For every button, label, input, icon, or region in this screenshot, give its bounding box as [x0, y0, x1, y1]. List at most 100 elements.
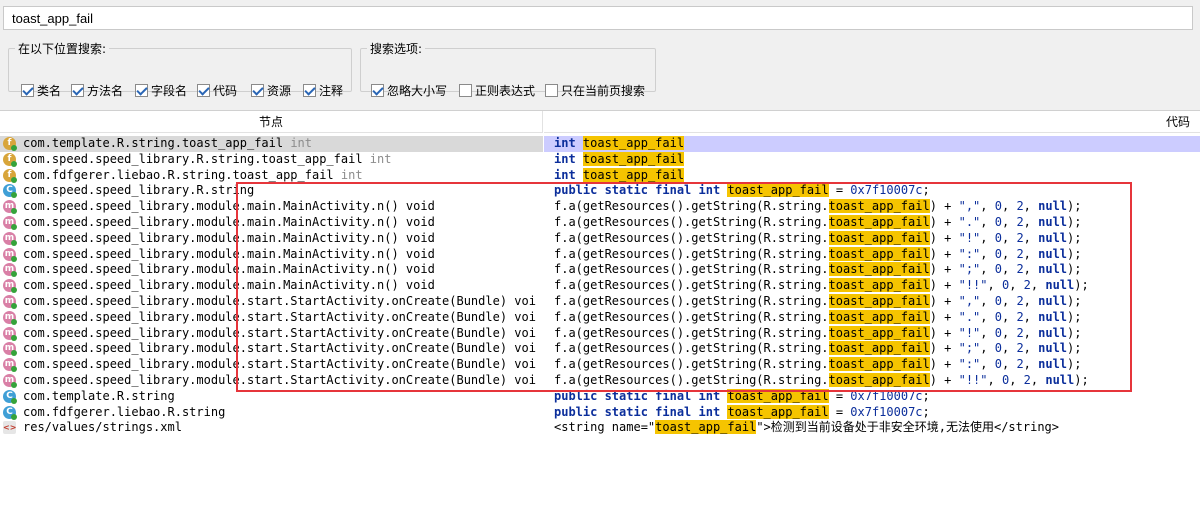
- search-in-option-5[interactable]: 注释: [303, 81, 343, 99]
- code-cell: int toast_app_fail: [544, 167, 1200, 184]
- result-row[interactable]: <> res/values/strings.xml <string name="to…: [0, 420, 1200, 436]
- node-name: com.speed.speed_library.module.start.Sta…: [23, 325, 536, 340]
- column-header-code[interactable]: 代码: [544, 111, 1200, 133]
- search-in-option-3[interactable]: 代码: [197, 81, 237, 99]
- code-token: 2: [1016, 357, 1024, 372]
- code-token: ,: [1001, 215, 1017, 229]
- match-highlight: toast_app_fail: [582, 136, 685, 150]
- result-row[interactable]: m com.speed.speed_library.module.start.St…: [0, 309, 1200, 326]
- code-token: ,: [987, 373, 1002, 387]
- result-row[interactable]: f com.fdfgerer.liebao.R.string.toast_app_…: [0, 167, 1200, 184]
- code-token: ,: [1001, 341, 1017, 356]
- method-icon: m: [3, 374, 17, 388]
- checkbox[interactable]: [135, 83, 148, 97]
- code-token: null: [1038, 357, 1068, 372]
- code-token: ) +: [929, 294, 959, 308]
- code-token: ,: [1001, 294, 1017, 308]
- checkbox[interactable]: [251, 83, 264, 97]
- result-row[interactable]: Ccom.template.R.string public static fina…: [0, 388, 1200, 405]
- result-row[interactable]: m com.speed.speed_library.module.start.St…: [0, 325, 1200, 342]
- checkbox[interactable]: [303, 83, 316, 97]
- result-row[interactable]: m com.speed.speed_library.module.main.Mai…: [0, 278, 1200, 294]
- node-name: com.speed.speed_library.module.main.Main…: [23, 278, 435, 293]
- field-icon: f: [3, 137, 17, 151]
- code-token: 2: [1023, 373, 1031, 387]
- results-table: 节点 代码 f com.template.R.string.toast_app_f…: [0, 110, 1200, 508]
- search-option-option-0[interactable]: 忽略大小写: [371, 81, 447, 99]
- result-row[interactable]: m com.speed.speed_library.module.start.St…: [0, 373, 1200, 389]
- match-highlight: toast_app_fail: [828, 230, 930, 245]
- checkbox-label: 字段名: [151, 83, 188, 98]
- match-highlight: toast_app_fail: [828, 309, 930, 324]
- node-cell: m com.speed.speed_library.module.start.St…: [0, 310, 543, 326]
- code-token: 0: [994, 262, 1002, 277]
- checkbox[interactable]: [197, 83, 210, 97]
- code-token: ,: [980, 357, 995, 372]
- checkbox[interactable]: [21, 83, 34, 97]
- code-token: "!": [958, 325, 981, 340]
- method-icon: m: [3, 310, 17, 325]
- result-row[interactable]: m com.speed.speed_library.module.start.St…: [0, 357, 1200, 373]
- result-row[interactable]: m com.speed.speed_library.module.main.Mai…: [0, 230, 1200, 247]
- result-row[interactable]: Ccom.speed.speed_library.R.string public …: [0, 183, 1200, 199]
- class-icon: C: [3, 184, 17, 199]
- code-token: ,: [980, 325, 995, 340]
- result-row[interactable]: f com.template.R.string.toast_app_fail in…: [0, 136, 1200, 152]
- code-token: "!!": [958, 373, 988, 387]
- result-row[interactable]: m com.speed.speed_library.module.main.Mai…: [0, 199, 1200, 215]
- match-highlight: toast_app_fail: [828, 357, 930, 372]
- checkbox[interactable]: [71, 83, 84, 97]
- result-row[interactable]: m com.speed.speed_library.module.main.Mai…: [0, 246, 1200, 263]
- code-token: ,: [1023, 357, 1039, 372]
- code-token: int: [554, 151, 576, 166]
- code-token: 2: [1023, 278, 1031, 293]
- search-in-option-4[interactable]: 资源: [251, 81, 291, 99]
- column-header-node[interactable]: 节点: [0, 111, 543, 133]
- node-cell: f com.speed.speed_library.R.string.toast_…: [0, 152, 543, 168]
- method-icon: m: [3, 279, 17, 294]
- result-row[interactable]: m com.speed.speed_library.module.main.Mai…: [0, 262, 1200, 278]
- node-name: com.speed.speed_library.module.start.Sta…: [23, 357, 536, 372]
- code-token: );: [1074, 278, 1089, 293]
- method-icon: m: [3, 231, 17, 246]
- search-in-option-2[interactable]: 字段名: [135, 81, 187, 99]
- checkbox[interactable]: [371, 83, 384, 97]
- code-token: );: [1074, 373, 1089, 387]
- node-name: com.fdfgerer.liebao.R.string.toast_app_f…: [23, 167, 363, 182]
- result-row[interactable]: m com.speed.speed_library.module.start.St…: [0, 341, 1200, 357]
- code-token: ,: [1023, 341, 1039, 356]
- result-row[interactable]: m com.speed.speed_library.module.start.St…: [0, 294, 1200, 310]
- result-row[interactable]: m com.speed.speed_library.module.main.Mai…: [0, 215, 1200, 231]
- code-token: =: [828, 183, 851, 198]
- search-option-option-2[interactable]: 只在当前页搜索: [545, 81, 645, 99]
- node-cell: m com.speed.speed_library.module.start.St…: [0, 373, 543, 389]
- result-row[interactable]: Ccom.fdfgerer.liebao.R.string public stat…: [0, 404, 1200, 421]
- code-token: 0: [994, 230, 1002, 245]
- code-token: =: [828, 388, 851, 403]
- code-token: f.a(getResources().getString(R.string.: [554, 357, 829, 372]
- checkbox-label: 资源: [267, 83, 292, 98]
- search-input[interactable]: [3, 6, 1193, 30]
- code-token: 0: [994, 309, 1002, 324]
- code-token: 2: [1016, 325, 1024, 340]
- checkbox[interactable]: [459, 83, 472, 97]
- code-token: ;: [922, 183, 930, 198]
- match-highlight: toast_app_fail: [828, 246, 930, 261]
- node-cell: m com.speed.speed_library.module.main.Mai…: [0, 215, 543, 231]
- result-row[interactable]: f com.speed.speed_library.R.string.toast_…: [0, 151, 1200, 168]
- code-token: null: [1038, 325, 1068, 340]
- checkbox[interactable]: [545, 83, 558, 97]
- node-cell: m com.speed.speed_library.module.main.Mai…: [0, 231, 543, 247]
- search-in-option-1[interactable]: 方法名: [71, 81, 123, 99]
- search-option-option-1[interactable]: 正则表达式: [459, 81, 535, 99]
- node-type: int: [362, 151, 392, 166]
- code-token: ,: [1001, 357, 1017, 372]
- code-token: ) +: [929, 278, 959, 293]
- code-token: );: [1067, 230, 1082, 245]
- code-token: ".": [958, 309, 981, 324]
- search-in-option-0[interactable]: 类名: [21, 81, 61, 99]
- node-name: com.speed.speed_library.R.string.toast_a…: [23, 151, 392, 166]
